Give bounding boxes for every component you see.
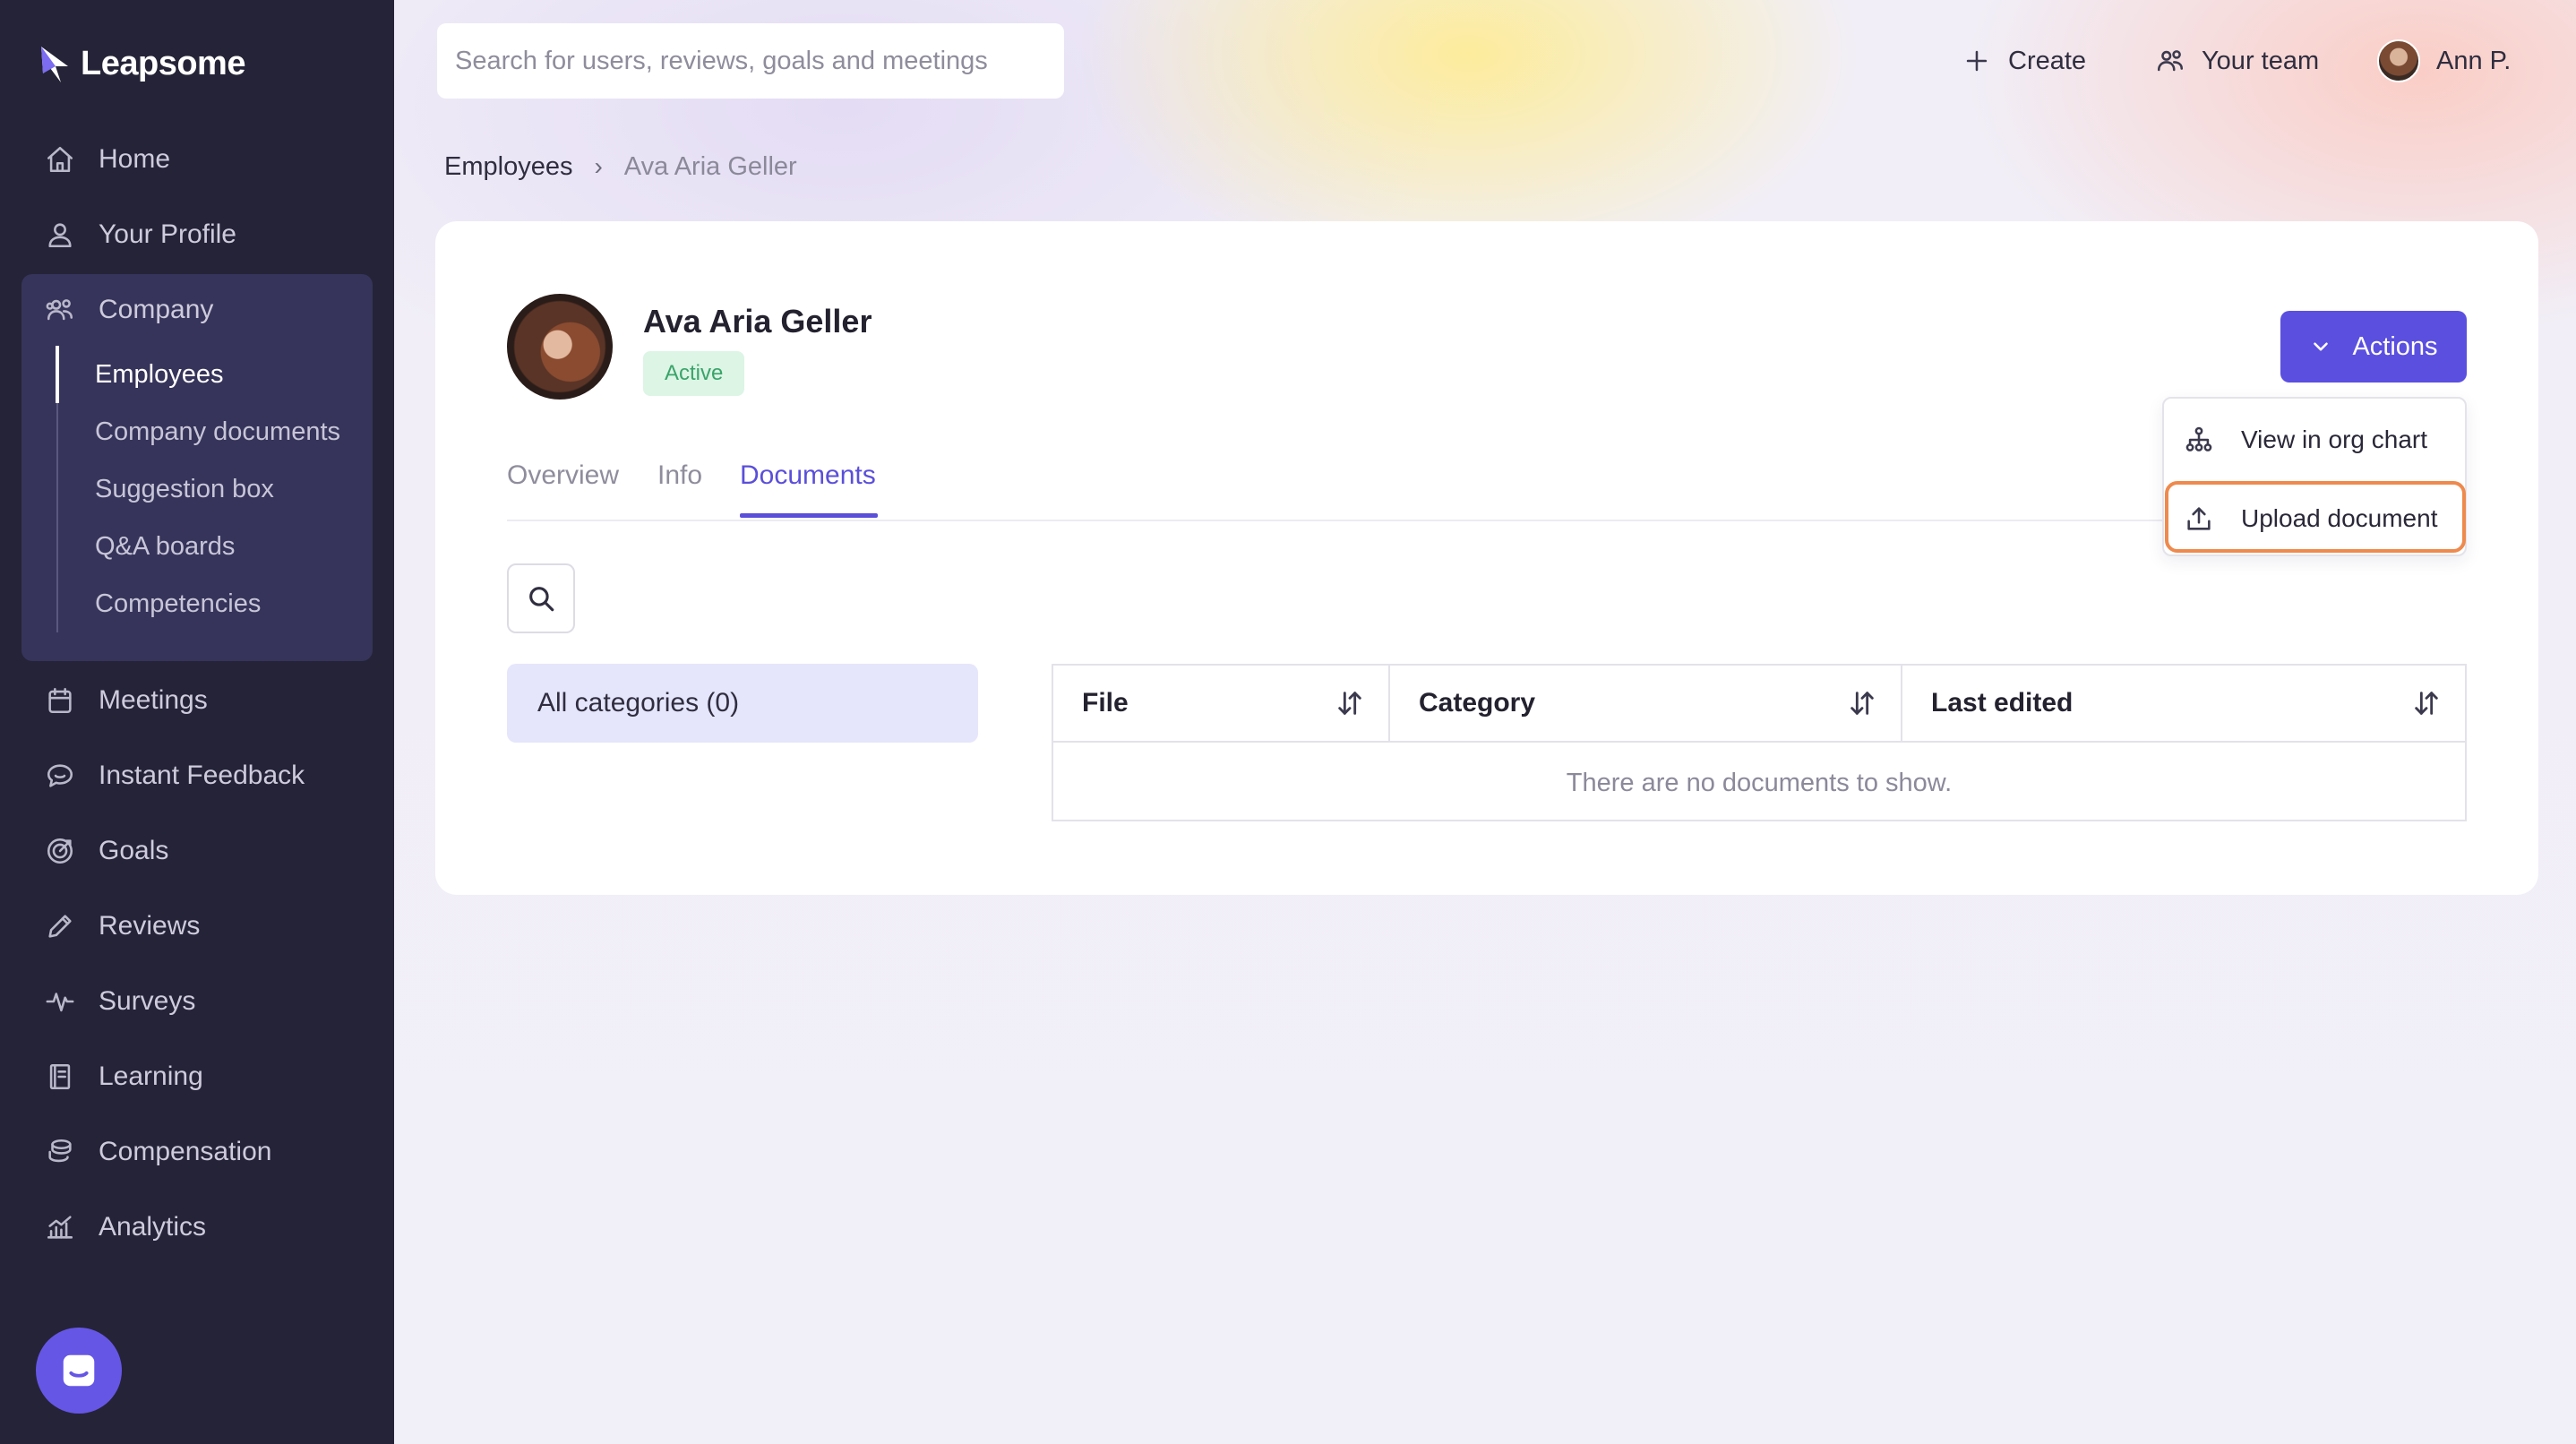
search-input[interactable] [455, 46, 1064, 76]
page-title: Ava Aria Geller [643, 303, 872, 340]
sidebar-item-compensation[interactable]: Compensation [45, 1129, 271, 1175]
breadcrumb-employees[interactable]: Employees [444, 152, 572, 182]
people-icon [46, 299, 73, 321]
actions-button[interactable]: Actions [2280, 311, 2467, 382]
calendar-icon [48, 687, 72, 714]
sidebar-item-label: Meetings [99, 685, 208, 715]
active-tab-indicator [740, 513, 878, 518]
actions-label: Actions [2352, 331, 2438, 361]
chart-icon [47, 1216, 73, 1239]
breadcrumb-current: Ava Aria Geller [623, 151, 797, 181]
tab-documents[interactable]: Documents [740, 460, 876, 491]
sidebar-item-label: Goals [99, 836, 169, 865]
sidebar-item-instant-feedback[interactable]: Instant Feedback [45, 752, 305, 799]
column-label: Category [1419, 688, 1536, 718]
chevron-right-icon: › [594, 152, 603, 180]
org-chart-icon [2185, 426, 2212, 451]
actions-dropdown-menu: View in org chart Upload document [2162, 397, 2467, 556]
messenger-icon [63, 1354, 95, 1387]
sidebar: Leapsome Home Your Profile Company Emplo… [0, 0, 394, 1444]
sidebar-item-your-profile[interactable]: Your Profile [45, 211, 236, 258]
sidebar-subitem-company-documents[interactable]: Company documents [95, 412, 340, 451]
column-header-category[interactable]: Category [1388, 666, 1901, 743]
sidebar-item-label: Surveys [99, 986, 196, 1016]
sidebar-item-label: Instant Feedback [99, 761, 305, 790]
pencil-icon [48, 915, 72, 938]
breadcrumb: Employees › Ava Aria Geller [444, 147, 797, 186]
avatar [2377, 39, 2420, 82]
status-badge: Active [643, 351, 745, 396]
sidebar-item-goals[interactable]: Goals [45, 828, 168, 874]
column-header-file[interactable]: File [1053, 666, 1388, 743]
column-header-last-edited[interactable]: Last edited [1901, 666, 2465, 743]
create-label: Create [2008, 46, 2087, 75]
target-icon [47, 838, 73, 864]
sidebar-item-label: Analytics [99, 1212, 207, 1242]
create-button[interactable]: Create [1962, 36, 2086, 86]
sidebar-item-label: Company [99, 295, 214, 324]
sidebar-item-learning[interactable]: Learning [45, 1053, 203, 1100]
pulse-icon [46, 993, 74, 1012]
document-search-button[interactable] [507, 563, 575, 633]
menu-item-upload-document[interactable]: Upload document [2184, 492, 2437, 546]
chevron-down-icon [2314, 342, 2329, 351]
sidebar-item-label: Your Profile [99, 219, 236, 249]
documents-table: File Category Last edited There are no d… [1052, 664, 2467, 821]
column-label: Last edited [1931, 688, 2074, 718]
search-icon [529, 587, 554, 612]
menu-item-label: View in org chart [2241, 425, 2428, 453]
category-filter-all[interactable]: All categories (0) [507, 664, 978, 743]
your-team-label: Your team [2202, 46, 2320, 75]
sort-icon [1850, 692, 1874, 715]
sidebar-item-company[interactable]: Company [45, 287, 213, 333]
menu-item-label: Upload document [2241, 504, 2438, 532]
user-name: Ann P. [2436, 46, 2512, 75]
sort-icon [2415, 692, 2438, 715]
book-icon [49, 1063, 71, 1090]
sort-icon [1338, 692, 1361, 715]
chat-icon [47, 764, 73, 787]
tab-info[interactable]: Info [657, 460, 702, 491]
team-icon [2157, 50, 2184, 72]
app-logo[interactable]: Leapsome [38, 41, 245, 86]
sidebar-item-meetings[interactable]: Meetings [45, 677, 208, 724]
sidebar-item-analytics[interactable]: Analytics [45, 1204, 206, 1251]
sidebar-item-label: Home [99, 144, 171, 174]
avatar [507, 294, 613, 400]
support-chat-button[interactable] [36, 1328, 122, 1414]
sidebar-item-label: Reviews [99, 911, 201, 941]
app-name: Leapsome [81, 44, 245, 82]
menu-item-view-org-chart[interactable]: View in org chart [2184, 413, 2427, 467]
empty-state-message: There are no documents to show. [1566, 768, 1953, 797]
upload-icon [2187, 507, 2211, 530]
sidebar-subitem-employees[interactable]: Employees [95, 355, 223, 394]
leapsome-logo-icon [41, 47, 68, 82]
sidebar-item-home[interactable]: Home [45, 136, 170, 183]
user-icon [48, 223, 72, 248]
global-search[interactable] [437, 23, 1064, 99]
coins-icon [48, 1139, 72, 1163]
sidebar-item-surveys[interactable]: Surveys [45, 978, 195, 1025]
your-team-button[interactable]: Your team [2155, 36, 2319, 86]
sidebar-item-reviews[interactable]: Reviews [45, 903, 200, 950]
column-label: File [1082, 688, 1129, 718]
submenu-active-indicator [56, 346, 59, 403]
home-icon [47, 146, 73, 173]
plus-icon [1966, 50, 1988, 72]
tab-overview[interactable]: Overview [507, 460, 619, 491]
sidebar-item-label: Learning [99, 1062, 203, 1091]
sidebar-subitem-competencies[interactable]: Competencies [95, 584, 261, 623]
sidebar-subitem-suggestion-box[interactable]: Suggestion box [95, 469, 274, 509]
sidebar-item-label: Compensation [99, 1137, 272, 1166]
user-menu[interactable]: Ann P. [2377, 36, 2511, 86]
sidebar-subitem-qa-boards[interactable]: Q&A boards [95, 527, 235, 566]
